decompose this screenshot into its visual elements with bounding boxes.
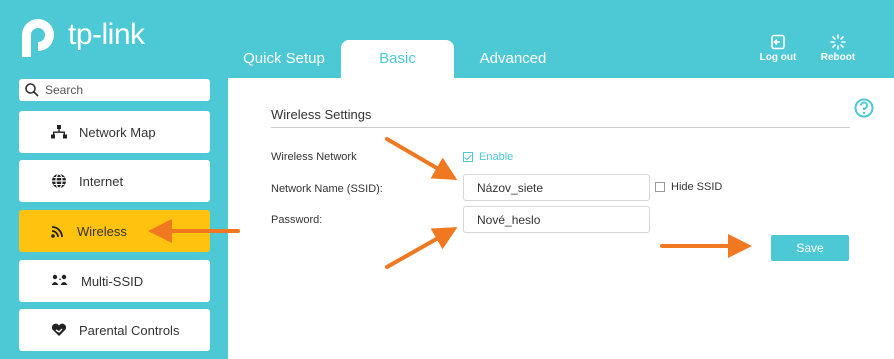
arrow-to-password	[385, 227, 458, 269]
arrow-to-ssid	[385, 137, 458, 181]
annotation-arrows	[148, 137, 752, 269]
